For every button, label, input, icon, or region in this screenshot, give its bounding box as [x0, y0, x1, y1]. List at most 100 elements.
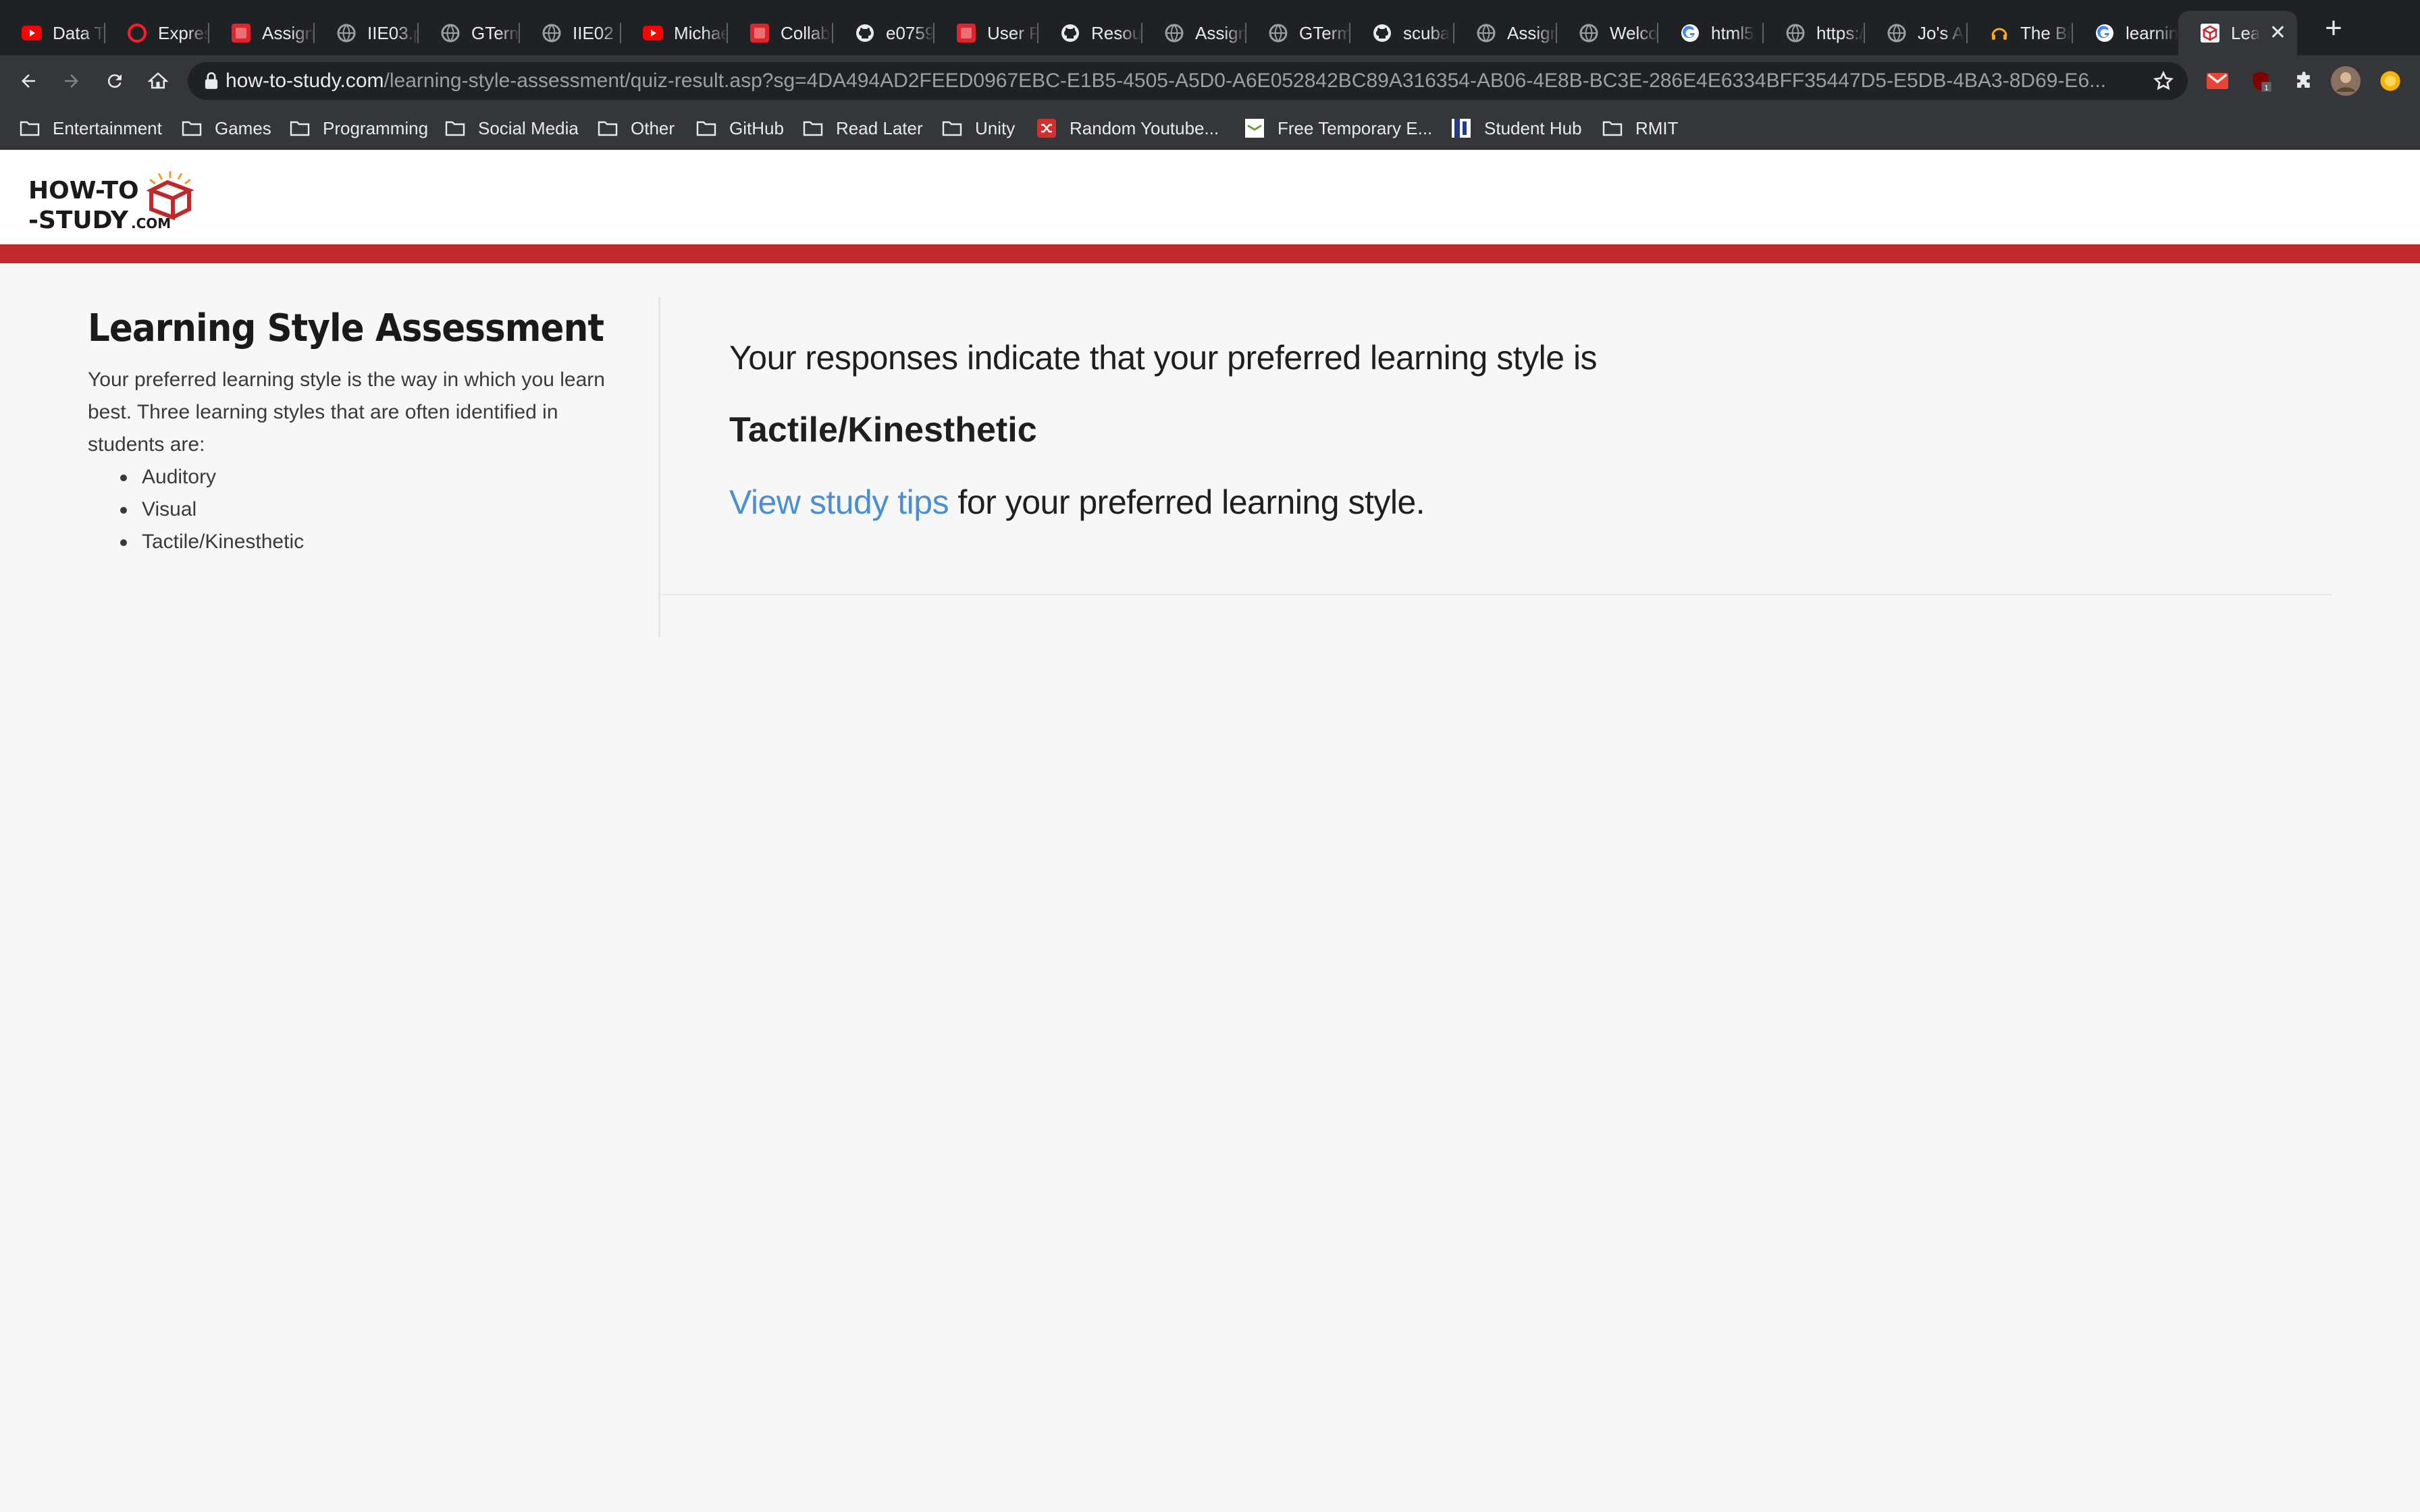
- tab[interactable]: learnin: [2073, 11, 2178, 55]
- new-tab-button[interactable]: +: [2320, 14, 2347, 43]
- bookmark-label: Random Youtube...: [1070, 117, 1219, 138]
- folder-icon: [289, 117, 311, 139]
- browser-toolbar: how-to-study.com/learning-style-assessme…: [0, 55, 2420, 107]
- profile-avatar-button[interactable]: [2330, 65, 2362, 97]
- list-item-tactile: Tactile/Kinesthetic: [120, 526, 618, 558]
- tab-title: Jo's A: [1918, 22, 1964, 43]
- bookmark-item[interactable]: Games: [181, 116, 271, 140]
- globe-icon: [1268, 23, 1288, 43]
- result-panel: Your responses indicate that your prefer…: [729, 324, 2332, 536]
- close-tab-icon[interactable]: ✕: [2269, 23, 2286, 43]
- back-arrow-icon: [22, 74, 35, 88]
- tab-title: html5: [1711, 22, 1754, 43]
- lock-icon: [188, 72, 226, 90]
- tab[interactable]: IIE03.p: [315, 11, 419, 55]
- folder-icon: [181, 117, 203, 139]
- star-icon: [2153, 70, 2174, 90]
- tab[interactable]: https:/: [1764, 11, 1865, 55]
- bookmark-item[interactable]: Random Youtube...: [1036, 116, 1219, 140]
- tab[interactable]: Expres: [105, 11, 209, 55]
- bookmark-item[interactable]: Read Later: [802, 116, 923, 140]
- tab[interactable]: scuba: [1350, 11, 1454, 55]
- bookmark-label: Free Temporary E...: [1278, 117, 1433, 138]
- headphones-icon: [1989, 23, 2009, 43]
- tab-title: Resou: [1091, 22, 1142, 43]
- tab[interactable]: GTerm: [419, 11, 520, 55]
- tab[interactable]: Data T: [0, 11, 105, 55]
- extensions-button[interactable]: [2288, 65, 2320, 97]
- globe-icon: [1579, 23, 1599, 43]
- url-host: how-to-study.com: [226, 70, 384, 92]
- bookmark-item[interactable]: RMIT: [1602, 116, 1679, 140]
- bookmark-label: Student Hub: [1484, 117, 1582, 138]
- result-intro: Your responses indicate that your prefer…: [729, 339, 1598, 377]
- tab[interactable]: GTerm: [1246, 11, 1350, 55]
- tab-title: Michae: [674, 22, 728, 43]
- globe-icon: [1164, 23, 1184, 43]
- bookmark-item[interactable]: Programming: [289, 116, 428, 140]
- back-button[interactable]: [12, 65, 45, 97]
- folder-icon: [802, 117, 824, 139]
- globe-icon: [1887, 23, 1907, 43]
- globe-icon: [440, 23, 461, 43]
- tab[interactable]: The Bi: [1968, 11, 2073, 55]
- view-study-tips-link[interactable]: View study tips: [729, 483, 949, 521]
- tab[interactable]: Assign: [1142, 11, 1246, 55]
- bookmark-label: GitHub: [729, 117, 784, 138]
- bookmark-item[interactable]: GitHub: [695, 116, 784, 140]
- forward-button[interactable]: [55, 65, 88, 97]
- tab[interactable]: Resou: [1038, 11, 1142, 55]
- address-bar[interactable]: how-to-study.com/learning-style-assessme…: [188, 62, 2188, 100]
- tab[interactable]: e0759: [833, 11, 935, 55]
- site-logo[interactable]: HOW-TO -STUDY .COM: [28, 170, 197, 235]
- result-learning-style: Tactile/Kinesthetic: [729, 410, 1037, 450]
- tab-title: learnin: [2126, 22, 2178, 43]
- bookmark-label: Read Later: [836, 117, 923, 138]
- study-tips-suffix: for your preferred learning style.: [949, 483, 1425, 521]
- bookmark-item[interactable]: Other: [597, 116, 675, 140]
- app-icon: [956, 23, 976, 43]
- tab[interactable]: Michae: [621, 11, 728, 55]
- github-icon: [855, 23, 875, 43]
- tab[interactable]: IIE02 (: [520, 11, 621, 55]
- tab[interactable]: Welco: [1557, 11, 1658, 55]
- url-text: how-to-study.com/learning-style-assessme…: [226, 70, 2116, 92]
- tab[interactable]: Assign: [1454, 11, 1557, 55]
- bookmark-label: Games: [215, 117, 271, 138]
- sidebar-title: Learning Style Assessment: [88, 306, 604, 350]
- bookmark-item[interactable]: Free Temporary E...: [1244, 116, 1432, 140]
- tab[interactable]: Jo's A: [1865, 11, 1968, 55]
- bookmark-item[interactable]: Social Media: [444, 116, 579, 140]
- bookmark-item[interactable]: Entertainment: [19, 116, 162, 140]
- bookmark-item[interactable]: Student Hub: [1450, 116, 1582, 140]
- gmail-extension-button[interactable]: [2201, 65, 2234, 97]
- tab[interactable]: User P: [935, 11, 1038, 55]
- google-icon: [1680, 23, 1700, 43]
- github-icon: [1060, 23, 1080, 43]
- tab-title: GTerm: [1299, 22, 1350, 43]
- tab-strip: Data T Expres Assign IIE03.p GTerm IIE02 (Mic…: [0, 0, 2420, 55]
- bookmark-label: Programming: [323, 117, 429, 138]
- tab[interactable]: Assign: [209, 11, 315, 55]
- list-item-visual: Visual: [120, 493, 618, 526]
- youtube-icon: [643, 23, 663, 43]
- extension-yellow-button[interactable]: [2374, 65, 2406, 97]
- tab[interactable]: html5: [1658, 11, 1764, 55]
- list-item-auditory: Auditory: [120, 461, 618, 493]
- logo-text-bottom: -STUDY: [28, 207, 129, 234]
- gmail-icon: [2207, 73, 2228, 89]
- hub-icon: [1450, 117, 1472, 139]
- sidebar-description: Your preferred learning style is the way…: [88, 369, 605, 456]
- tab-title: Welco: [1610, 22, 1658, 43]
- google-icon: [2095, 23, 2115, 43]
- bookmark-star-button[interactable]: [2147, 65, 2180, 97]
- tab-active[interactable]: Lea ✕: [2178, 11, 2297, 55]
- tab[interactable]: Collab: [728, 11, 833, 55]
- reload-button[interactable]: [99, 65, 131, 97]
- home-button[interactable]: [142, 65, 174, 97]
- bookmark-item[interactable]: Unity: [941, 116, 1015, 140]
- ublock-extension-button[interactable]: 1: [2244, 65, 2277, 97]
- tab-title: https:/: [1816, 22, 1864, 43]
- globe-icon: [336, 23, 357, 43]
- home-icon: [148, 72, 168, 89]
